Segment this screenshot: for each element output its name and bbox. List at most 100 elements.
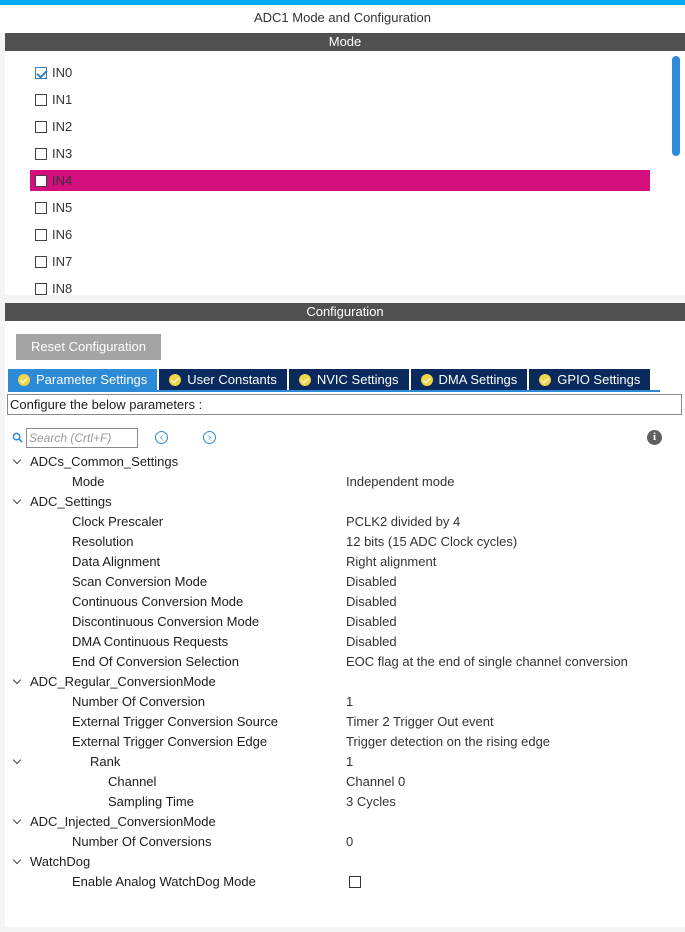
chevron-down-icon[interactable] (12, 492, 24, 512)
param-group-label: ADC_Injected_ConversionMode (30, 814, 216, 829)
param-name: Clock Prescaler (72, 514, 164, 529)
param-value[interactable]: 1 (346, 752, 353, 772)
chevron-down-icon[interactable] (12, 812, 24, 832)
param-row-mode[interactable]: Mode Independent mode (0, 472, 685, 492)
channel-checkbox[interactable] (35, 147, 47, 160)
param-value[interactable]: Channel 0 (346, 772, 405, 792)
watchdog-checkbox[interactable] (349, 876, 361, 888)
configuration-section-header: Configuration (5, 303, 685, 321)
previous-match-icon[interactable]: ‹ (155, 431, 168, 444)
param-group-label: WatchDog (30, 854, 91, 869)
channel-row-in2[interactable]: IN2 (30, 116, 650, 137)
param-value[interactable]: 12 bits (15 ADC Clock cycles) (346, 532, 517, 552)
mode-list-scrollbar[interactable] (672, 56, 680, 156)
param-row-number-of-conversions[interactable]: Number Of Conversions 0 (0, 832, 685, 852)
param-name: Channel (108, 774, 157, 789)
tab-parameter-settings[interactable]: Parameter Settings (8, 369, 158, 390)
param-row-data-alignment[interactable]: Data Alignment Right alignment (0, 552, 685, 572)
param-value[interactable]: 1 (346, 692, 353, 712)
channel-label: IN5 (52, 200, 73, 215)
param-value[interactable]: 3 Cycles (346, 792, 396, 812)
channel-checkbox[interactable] (35, 228, 47, 241)
param-name: DMA Continuous Requests (72, 634, 229, 649)
param-value[interactable]: 0 (346, 832, 353, 852)
channel-checkbox[interactable] (35, 66, 47, 79)
param-row-sampling-time[interactable]: Sampling Time 3 Cycles (0, 792, 685, 812)
param-row-resolution[interactable]: Resolution 12 bits (15 ADC Clock cycles) (0, 532, 685, 552)
tab-label: GPIO Settings (557, 372, 641, 387)
param-name: External Trigger Conversion Source (72, 714, 278, 729)
channel-row-in0[interactable]: IN0 (30, 62, 650, 83)
param-group-label: ADC_Regular_ConversionMode (30, 674, 216, 689)
param-group-label: Rank (90, 754, 121, 769)
chevron-down-icon[interactable] (12, 452, 24, 472)
channel-row-in6[interactable]: IN6 (30, 224, 650, 245)
chevron-down-icon[interactable] (12, 852, 24, 872)
channel-label: IN4 (52, 173, 73, 188)
param-value[interactable]: Trigger detection on the rising edge (346, 732, 550, 752)
info-icon[interactable]: i (647, 430, 662, 445)
param-group-adc-settings[interactable]: ADC_Settings (0, 492, 685, 512)
param-value[interactable]: Disabled (346, 612, 397, 632)
param-row-enable-analog-watchdog-mode[interactable]: Enable Analog WatchDog Mode (0, 872, 685, 892)
tab-gpio-settings[interactable]: GPIO Settings (529, 369, 651, 390)
channel-checkbox[interactable] (35, 174, 47, 187)
param-group-label: ADCs_Common_Settings (30, 454, 179, 469)
channel-row-in5[interactable]: IN5 (30, 197, 650, 218)
param-row-continuous-conversion-mode[interactable]: Continuous Conversion Mode Disabled (0, 592, 685, 612)
param-row-external-trigger-conversion-source[interactable]: External Trigger Conversion Source Timer… (0, 712, 685, 732)
channel-checkbox[interactable] (35, 201, 47, 214)
channel-row-in1[interactable]: IN1 (30, 89, 650, 110)
param-row-discontinuous-conversion-mode[interactable]: Discontinuous Conversion Mode Disabled (0, 612, 685, 632)
param-value[interactable]: Right alignment (346, 552, 436, 572)
channel-checkbox[interactable] (35, 93, 47, 106)
check-circle-icon (18, 373, 30, 386)
param-name: Scan Conversion Mode (72, 574, 208, 589)
tab-label: Parameter Settings (36, 372, 148, 387)
tab-dma-settings[interactable]: DMA Settings (410, 369, 528, 390)
reset-configuration-button[interactable]: Reset Configuration (16, 334, 161, 360)
param-group-watchdog[interactable]: WatchDog (0, 852, 685, 872)
channel-label: IN8 (52, 281, 73, 295)
tab-label: DMA Settings (438, 372, 518, 387)
channel-label: IN0 (52, 65, 73, 80)
channel-label: IN1 (52, 92, 73, 107)
tab-user-constants[interactable]: User Constants (159, 369, 287, 390)
channel-label: IN7 (52, 254, 73, 269)
channel-checkbox[interactable] (35, 282, 47, 295)
tab-nvic-settings[interactable]: NVIC Settings (288, 369, 409, 390)
window-title: ADC1 Mode and Configuration (0, 5, 685, 33)
param-value[interactable]: PCLK2 divided by 4 (346, 512, 460, 532)
channel-label: IN6 (52, 227, 73, 242)
param-row-clock-prescaler[interactable]: Clock Prescaler PCLK2 divided by 4 (0, 512, 685, 532)
channel-row-in7[interactable]: IN7 (30, 251, 650, 272)
param-value[interactable]: EOC flag at the end of single channel co… (346, 652, 628, 672)
channel-checkbox[interactable] (35, 120, 47, 133)
channel-row-in3[interactable]: IN3 (30, 143, 650, 164)
param-group-adcs-common-settings[interactable]: ADCs_Common_Settings (0, 452, 685, 472)
chevron-down-icon[interactable] (12, 672, 24, 692)
param-value[interactable]: Disabled (346, 572, 397, 592)
param-value[interactable]: Independent mode (346, 472, 454, 492)
param-value[interactable]: Disabled (346, 592, 397, 612)
search-input[interactable]: Search (Crtl+F) (26, 428, 138, 448)
param-row-dma-continuous-requests[interactable]: DMA Continuous Requests Disabled (0, 632, 685, 652)
channel-row-in4[interactable]: IN4 (30, 170, 650, 191)
param-row-scan-conversion-mode[interactable]: Scan Conversion Mode Disabled (0, 572, 685, 592)
param-row-channel[interactable]: Channel Channel 0 (0, 772, 685, 792)
param-value[interactable]: Disabled (346, 632, 397, 652)
param-name: Continuous Conversion Mode (72, 594, 244, 609)
param-row-number-of-conversion[interactable]: Number Of Conversion 1 (0, 692, 685, 712)
chevron-down-icon[interactable] (12, 752, 24, 772)
tab-label: NVIC Settings (316, 372, 399, 387)
channel-row-in8[interactable]: IN8 (30, 278, 650, 295)
param-group-adc-regular-conversionmode[interactable]: ADC_Regular_ConversionMode (0, 672, 685, 692)
param-group-rank[interactable]: Rank 1 (0, 752, 685, 772)
param-row-end-of-conversion-selection[interactable]: End Of Conversion Selection EOC flag at … (0, 652, 685, 672)
channel-checkbox[interactable] (35, 255, 47, 268)
param-row-external-trigger-conversion-edge[interactable]: External Trigger Conversion Edge Trigger… (0, 732, 685, 752)
param-value[interactable]: Timer 2 Trigger Out event (346, 712, 494, 732)
next-match-icon[interactable]: › (203, 431, 216, 444)
param-name: Resolution (72, 534, 134, 549)
param-group-adc-injected-conversionmode[interactable]: ADC_Injected_ConversionMode (0, 812, 685, 832)
